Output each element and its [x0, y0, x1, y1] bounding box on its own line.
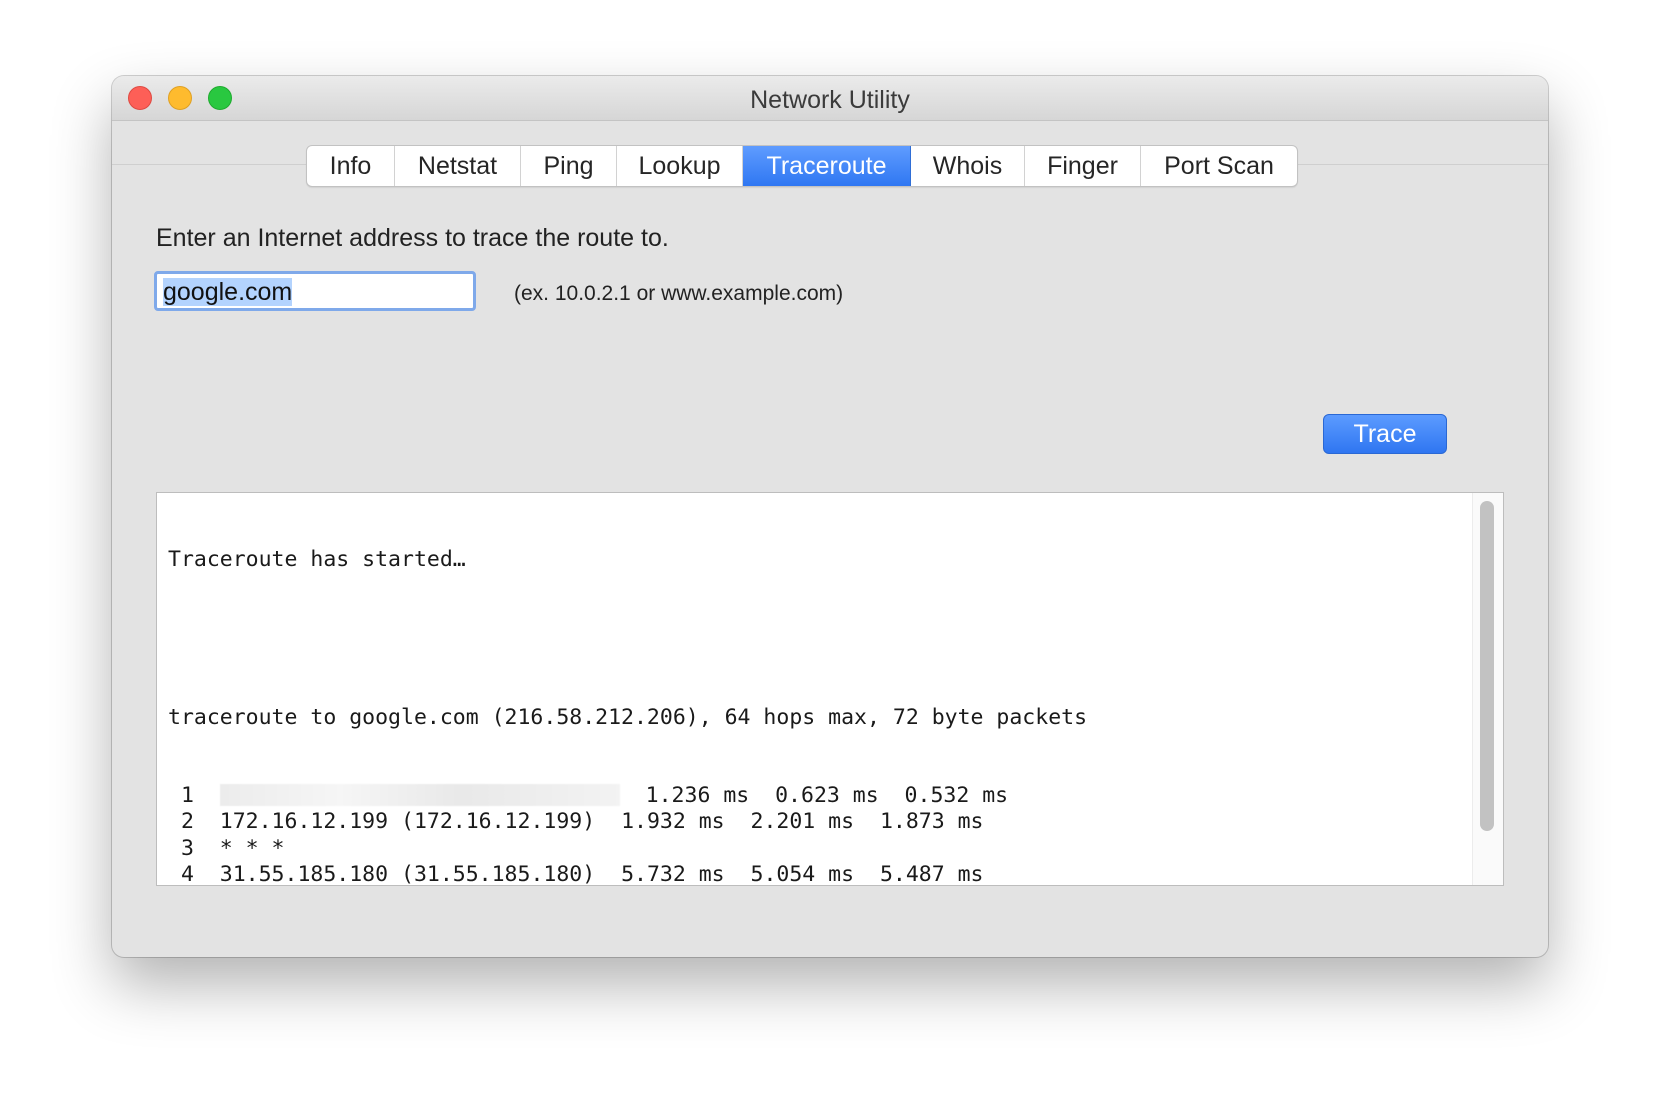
hop-times: 1.932 ms 2.201 ms 1.873 ms	[621, 809, 984, 835]
hop-line: 2 172.16.12.199 (172.16.12.199) 1.932 ms…	[168, 809, 1346, 835]
output-console[interactable]: Traceroute has started… traceroute to go…	[156, 492, 1504, 886]
output-blank-line	[168, 626, 1346, 652]
output-scrollbar-thumb[interactable]	[1480, 501, 1494, 831]
hop-line: 4 31.55.185.180 (31.55.185.180) 5.732 ms…	[168, 861, 1346, 886]
address-prompt-label: Enter an Internet address to trace the r…	[156, 224, 669, 252]
hop-host: * * *	[219, 835, 285, 861]
address-input-value: google.com	[163, 278, 293, 306]
output-scrollbar[interactable]	[1472, 493, 1503, 885]
hop-host: 31.55.185.180 (31.55.185.180)	[219, 861, 596, 886]
hop-line: 1 1.236 ms 0.623 ms 0.532 ms	[168, 783, 1346, 809]
hop-number: 4	[168, 861, 194, 886]
hop-list: 1 1.236 ms 0.623 ms 0.532 ms 2 172.16.12…	[168, 783, 1346, 886]
hop-host: 172.16.12.199 (172.16.12.199)	[219, 809, 596, 835]
hop-number: 3	[168, 835, 194, 861]
tab-ping[interactable]: Ping	[521, 146, 617, 186]
hop-host-redacted	[219, 784, 620, 807]
network-utility-window: Network Utility Info Netstat Ping Lookup…	[112, 76, 1548, 957]
tab-lookup[interactable]: Lookup	[617, 146, 743, 186]
hop-number: 1	[168, 783, 194, 809]
hop-times: 1.236 ms 0.623 ms 0.532 ms	[645, 783, 1009, 809]
tab-traceroute[interactable]: Traceroute	[743, 146, 911, 186]
tab-whois[interactable]: Whois	[911, 146, 1025, 186]
address-hint: (ex. 10.0.2.1 or www.example.com)	[514, 282, 844, 305]
tab-netstat[interactable]: Netstat	[395, 146, 521, 186]
address-input[interactable]: google.com	[154, 271, 476, 311]
output-text: Traceroute has started… traceroute to go…	[168, 495, 1346, 886]
tab-finger[interactable]: Finger	[1025, 146, 1141, 186]
title-bar[interactable]: Network Utility	[112, 76, 1548, 121]
output-started-line: Traceroute has started…	[168, 547, 466, 573]
trace-button[interactable]: Trace	[1323, 414, 1447, 454]
hop-line: 3 * * *	[168, 836, 1346, 862]
window-title: Network Utility	[750, 86, 910, 114]
tab-bar: Info Netstat Ping Lookup Traceroute Whoi…	[306, 145, 1298, 187]
tab-info[interactable]: Info	[307, 146, 395, 186]
hop-times: 5.732 ms 5.054 ms 5.487 ms	[621, 861, 984, 886]
hop-number: 2	[168, 809, 194, 835]
tab-port-scan[interactable]: Port Scan	[1141, 146, 1297, 186]
output-header-line: traceroute to google.com (216.58.212.206…	[168, 704, 1088, 730]
